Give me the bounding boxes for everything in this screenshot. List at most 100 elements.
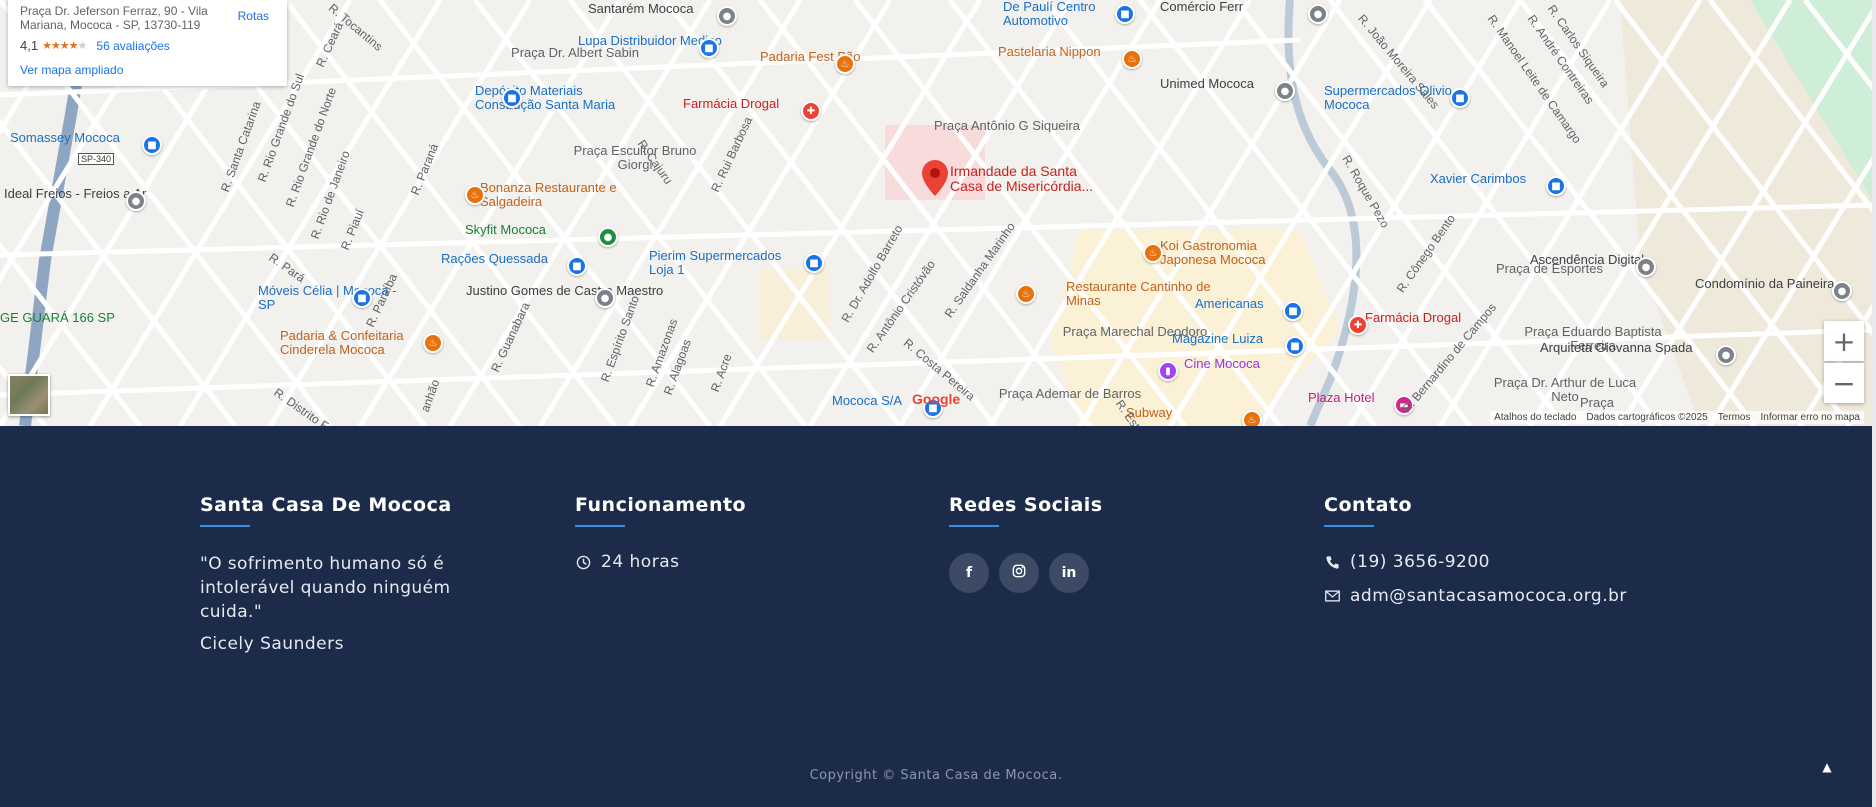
rating-stars-icon: ★★★★★ — [42, 40, 87, 52]
footer-about: Santa Casa De Mococa "O sofrimento human… — [200, 494, 470, 654]
map-poi-marker-icon[interactable]: ■ — [1285, 336, 1305, 356]
map-place-label[interactable]: Koi Gastronomia Japonesa Mococa — [1160, 238, 1310, 268]
map-place-label[interactable]: Farmácia Drogal — [1365, 310, 1461, 325]
map-poi-marker-icon[interactable]: ■ — [142, 135, 162, 155]
place-rating: 4,1 ★★★★★ 56 avaliações — [20, 38, 275, 53]
map-poi-marker-icon[interactable]: ■ — [804, 253, 824, 273]
map-poi-marker-icon[interactable]: ● — [1308, 4, 1328, 24]
map-place-label[interactable]: Arquiteta Giovanna Spada — [1540, 340, 1693, 355]
map-place-label[interactable]: Praça de Esportes — [1496, 261, 1603, 276]
map-poi-marker-icon[interactable]: ■ — [1450, 88, 1470, 108]
map-place-label[interactable]: Bonanza Restaurante e Salgadeira — [480, 180, 630, 210]
map-poi-marker-icon[interactable]: ■ — [1546, 176, 1566, 196]
map-place-label[interactable]: Praça Dr. Albert Sabin — [500, 45, 650, 60]
place-info-card: Praça Dr. Jeferson Ferraz, 90 - Vila Mar… — [8, 0, 287, 86]
map-place-label[interactable]: Cine Mococa — [1184, 356, 1260, 371]
map-place-label[interactable]: Ideal Freios - Freios a Ar — [4, 186, 146, 201]
embedded-map[interactable]: Santarém Mococa ● De Paulí Centro Automoti… — [0, 0, 1872, 426]
footer-contact: Contato (19) 3656-9200 adm@santacasamoco… — [1324, 494, 1627, 606]
map-place-label[interactable]: Farmácia Drogal — [683, 96, 779, 111]
map-place-label[interactable]: Plaza Hotel — [1308, 390, 1374, 405]
instagram-button[interactable] — [999, 553, 1039, 593]
map-poi-marker-icon[interactable]: ● — [598, 227, 618, 247]
map-poi-marker-icon[interactable]: ● — [1275, 81, 1295, 101]
terms-link[interactable]: Termos — [1718, 412, 1751, 423]
selected-place-label[interactable]: Irmandade da Santa Casa de Misericórdia.… — [950, 163, 1100, 195]
map-poi-marker-icon[interactable]: ♨ — [423, 333, 443, 353]
map-place-label[interactable]: Mococa S/A — [832, 393, 902, 408]
map-poi-marker-icon[interactable]: ■ — [699, 38, 719, 58]
map-poi-marker-icon[interactable]: ♨ — [1242, 410, 1262, 426]
map-poi-marker-icon[interactable]: ▮ — [1158, 361, 1178, 381]
map-place-label[interactable]: Unimed Mococa — [1160, 76, 1254, 91]
linkedin-button[interactable]: in — [1049, 553, 1089, 593]
map-place-label[interactable]: GE GUARÁ 166 SP — [0, 310, 115, 325]
map-place-label[interactable]: Skyfit Mococa — [465, 222, 546, 237]
map-place-label[interactable]: Santarém Mococa — [588, 1, 694, 16]
map-place-label[interactable]: Depósito Materiais Construção Santa Mari… — [475, 83, 625, 113]
rating-value: 4,1 — [20, 38, 39, 53]
zoom-out-button[interactable]: − — [1824, 363, 1864, 403]
phone-number[interactable]: (19) 3656-9200 — [1350, 552, 1490, 572]
map-poi-marker-icon[interactable]: ✚ — [1348, 315, 1368, 335]
map-poi-marker-icon[interactable]: ■ — [352, 288, 372, 308]
map-poi-marker-icon[interactable]: ● — [1716, 345, 1736, 365]
place-address: Praça Dr. Jeferson Ferraz, 90 - Vila Mar… — [20, 4, 208, 32]
selected-location-marker[interactable] — [922, 160, 948, 201]
map-place-label[interactable]: Pierim Supermercados Loja 1 — [649, 248, 799, 278]
back-to-top-button[interactable]: ▲ — [1812, 752, 1842, 782]
satellite-view-toggle[interactable] — [8, 374, 50, 416]
about-quote: "O sofrimento humano só é intolerável qu… — [200, 554, 451, 622]
map-road — [283, 0, 617, 426]
map-poi-marker-icon[interactable]: ■ — [502, 88, 522, 108]
map-poi-marker-icon[interactable]: ● — [595, 288, 615, 308]
page-scrollbar[interactable] — [1872, 0, 1876, 807]
map-place-label[interactable]: Rações Quessada — [441, 251, 548, 266]
map-place-label[interactable]: Praça — [1580, 395, 1614, 410]
reviews-link[interactable]: 56 avaliações — [96, 39, 169, 53]
email-row[interactable]: adm@santacasamococa.org.br — [1324, 586, 1627, 606]
map-place-label[interactable]: Praça Escultor Bruno Giorgi — [560, 143, 710, 173]
heading-underline — [200, 525, 250, 527]
map-poi-marker-icon[interactable]: ✚ — [801, 101, 821, 121]
map-place-label[interactable]: Restaurante Cantinho de Minas — [1066, 279, 1216, 309]
map-poi-marker-icon[interactable]: ♨ — [1143, 243, 1163, 263]
map-road — [0, 202, 1872, 258]
map-poi-marker-icon[interactable]: ■ — [1115, 4, 1135, 24]
social-heading: Redes Sociais — [949, 494, 1103, 516]
heading-underline — [575, 525, 625, 527]
map-poi-marker-icon[interactable]: ■ — [567, 256, 587, 276]
clock-icon — [575, 554, 591, 570]
map-poi-marker-icon[interactable]: ■ — [1283, 301, 1303, 321]
map-place-label[interactable]: Padaria & Confeitaria Cinderela Mococa — [280, 328, 430, 358]
about-heading: Santa Casa De Mococa — [200, 494, 452, 516]
map-place-label[interactable]: Americanas — [1195, 296, 1264, 311]
report-error-link[interactable]: Informar erro no mapa — [1761, 412, 1861, 423]
email-address[interactable]: adm@santacasamococa.org.br — [1350, 586, 1627, 606]
map-poi-marker-icon[interactable]: ♨ — [1122, 49, 1142, 69]
map-place-label[interactable]: Praça Dr. Arthur de Luca Neto — [1490, 375, 1640, 405]
map-poi-marker-icon[interactable]: ● — [717, 6, 737, 26]
envelope-icon — [1324, 588, 1340, 604]
map-poi-marker-icon[interactable]: ● — [126, 191, 146, 211]
facebook-button[interactable]: f — [949, 553, 989, 593]
phone-row[interactable]: (19) 3656-9200 — [1324, 552, 1627, 572]
map-poi-marker-icon[interactable]: ♨ — [835, 54, 855, 74]
directions-link[interactable]: Rotas — [238, 9, 269, 23]
map-poi-marker-icon[interactable]: ♨ — [465, 185, 485, 205]
map-place-label[interactable]: Comércio Ferr — [1160, 0, 1243, 14]
map-place-label[interactable]: Praça Antônio G Siqueira — [932, 118, 1082, 133]
view-larger-map-link[interactable]: Ver mapa ampliado — [20, 63, 275, 77]
map-place-label[interactable]: Xavier Carimbos — [1430, 171, 1526, 186]
map-poi-marker-icon[interactable]: ● — [1636, 257, 1656, 277]
map-place-label[interactable]: Condomínio da Paineira — [1695, 276, 1834, 291]
hours-heading: Funcionamento — [575, 494, 747, 516]
zoom-in-button[interactable]: + — [1824, 321, 1864, 361]
map-place-label[interactable]: Pastelaria Nippon — [998, 44, 1101, 59]
keyboard-shortcuts-link[interactable]: Atalhos do teclado — [1494, 412, 1576, 423]
map-place-label[interactable]: Magazine Luiza — [1172, 331, 1263, 346]
map-poi-marker-icon[interactable]: ● — [1832, 281, 1852, 301]
linkedin-icon: in — [1061, 565, 1077, 581]
map-poi-marker-icon[interactable]: ♨ — [1016, 284, 1036, 304]
map-place-label[interactable]: Somassey Mococa — [10, 130, 120, 145]
